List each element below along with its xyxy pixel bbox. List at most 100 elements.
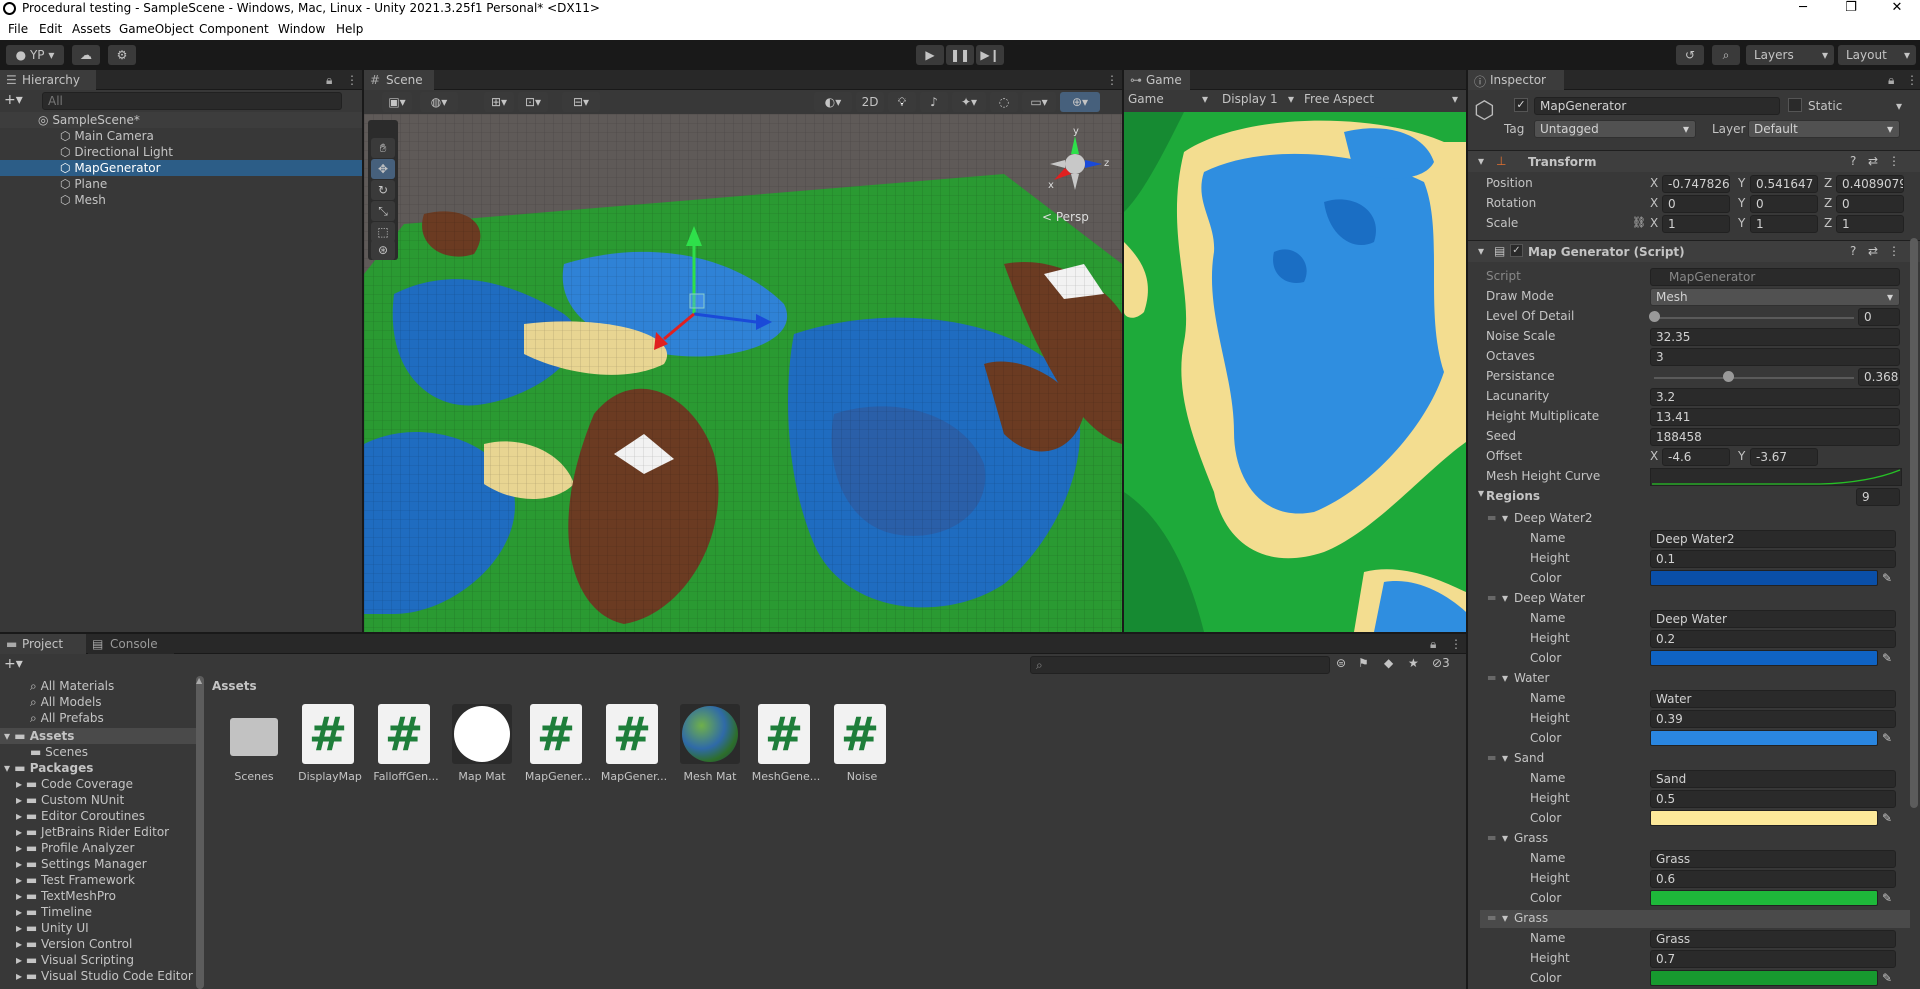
kebab-menu-icon[interactable]: ⋮ bbox=[1888, 244, 1900, 258]
kebab-menu-icon[interactable]: ⋮ bbox=[1906, 73, 1918, 87]
region-height-field[interactable]: 0.2 bbox=[1650, 630, 1896, 648]
layer-dropdown[interactable]: Default ▾ bbox=[1748, 120, 1900, 138]
gizmos-icon[interactable]: ⊕▾ bbox=[1060, 92, 1100, 112]
scale-z-field[interactable]: 1 bbox=[1836, 215, 1904, 233]
tree-item-package[interactable]: ▸ ▬ Custom NUnit bbox=[0, 792, 196, 808]
collab-icon[interactable]: ⚙ bbox=[108, 45, 136, 65]
lock-icon[interactable]: 🔒︎ bbox=[1430, 637, 1436, 652]
eyedropper-icon[interactable]: ✎ bbox=[1882, 808, 1892, 828]
hierarchy-item-mapgenerator[interactable]: ⬡ MapGenerator bbox=[0, 160, 362, 176]
rotation-y-field[interactable]: 0 bbox=[1750, 195, 1818, 213]
kebab-menu-icon[interactable]: ⋮ bbox=[1106, 73, 1118, 87]
rotation-x-field[interactable]: 0 bbox=[1662, 195, 1730, 213]
asset-item[interactable]: # MeshGene... bbox=[748, 704, 824, 794]
preset-icon[interactable]: ⇄ bbox=[1868, 154, 1878, 168]
position-x-field[interactable]: -0.747826 bbox=[1662, 175, 1730, 193]
region-name-field[interactable]: Grass bbox=[1650, 930, 1896, 948]
link-icon[interactable]: ⛓ bbox=[1632, 216, 1646, 229]
region-header[interactable]: Grass bbox=[1514, 908, 1548, 928]
eyedropper-icon[interactable]: ✎ bbox=[1882, 648, 1892, 668]
lod-slider-track[interactable] bbox=[1654, 317, 1854, 319]
hierarchy-item-directional-light[interactable]: ⬡ Directional Light bbox=[60, 144, 173, 160]
menu-gameobject[interactable]: GameObject bbox=[119, 22, 194, 36]
tree-item-package[interactable]: ▸ ▬ Unity UI bbox=[0, 920, 196, 936]
asset-item[interactable]: Scenes bbox=[216, 704, 292, 794]
region-height-field[interactable]: 0.1 bbox=[1650, 550, 1896, 568]
cloud-icon[interactable]: ☁ bbox=[72, 45, 100, 65]
foldout-arrow-icon[interactable]: ▾ bbox=[1502, 668, 1508, 688]
eyedropper-icon[interactable]: ✎ bbox=[1882, 968, 1892, 988]
drag-handle-icon[interactable]: ═ bbox=[1488, 828, 1495, 848]
octaves-field[interactable]: 3 bbox=[1650, 348, 1900, 366]
tree-item-package[interactable]: ▸ ▬ Settings Manager bbox=[0, 856, 196, 872]
region-height-field[interactable]: 0.5 bbox=[1650, 790, 1896, 808]
menu-edit[interactable]: Edit bbox=[39, 22, 62, 36]
favorite-item[interactable]: ⌕ All Models bbox=[0, 694, 196, 710]
region-header[interactable]: Sand bbox=[1514, 748, 1544, 768]
foldout-arrow-icon[interactable]: ▾ bbox=[1502, 508, 1508, 528]
position-z-field[interactable]: 0.4089079 bbox=[1836, 175, 1904, 193]
game-view-dropdown[interactable]: Game ▾ bbox=[1128, 92, 1212, 106]
region-name-field[interactable]: Deep Water2 bbox=[1650, 530, 1896, 548]
preset-icon[interactable]: ⇄ bbox=[1868, 244, 1878, 258]
noise-scale-field[interactable]: 32.35 bbox=[1650, 328, 1900, 346]
asset-item[interactable]: # MapGener... bbox=[596, 704, 672, 794]
scale-tool-icon[interactable]: ⤡ bbox=[371, 201, 395, 221]
eyedropper-icon[interactable]: ✎ bbox=[1882, 888, 1892, 908]
lock-icon[interactable]: 🔒︎ bbox=[1888, 73, 1894, 88]
help-icon[interactable]: ? bbox=[1850, 154, 1856, 168]
script-field[interactable]: MapGenerator bbox=[1650, 268, 1900, 286]
play-button[interactable]: ▶ bbox=[916, 45, 944, 65]
tree-item-package[interactable]: ▸ ▬ Visual Studio Code Editor bbox=[0, 968, 196, 984]
regions-label[interactable]: Regions bbox=[1486, 486, 1540, 506]
region-name-field[interactable]: Grass bbox=[1650, 850, 1896, 868]
object-name-field[interactable]: MapGenerator bbox=[1534, 97, 1780, 115]
tree-item-package[interactable]: ▸ ▬ Test Framework bbox=[0, 872, 196, 888]
account-dropdown[interactable]: ● YP ▾ bbox=[6, 45, 64, 65]
move-tool-icon[interactable]: ✥ bbox=[371, 159, 395, 179]
scene-row[interactable]: ◎ SampleScene* bbox=[0, 112, 362, 128]
tree-item-packages[interactable]: ▾ ▬ Packages bbox=[0, 760, 196, 776]
orientation-gizmo[interactable]: y x z bbox=[1040, 126, 1110, 206]
lod-field[interactable]: 0 bbox=[1858, 308, 1900, 326]
gizmo-globe-icon[interactable]: ◍▾ bbox=[420, 92, 458, 112]
chevron-down-icon[interactable]: ▾ bbox=[1896, 99, 1902, 113]
scene-viewport[interactable] bbox=[364, 114, 1122, 632]
tree-item-package[interactable]: ▸ ▬ Timeline bbox=[0, 904, 196, 920]
foldout-arrow-icon[interactable]: ▾ bbox=[1478, 154, 1484, 168]
tree-item-package[interactable]: ▸ ▬ Visual Scripting bbox=[0, 952, 196, 968]
regions-count-field[interactable]: 9 bbox=[1856, 488, 1900, 506]
lock-icon[interactable]: 🔒︎ bbox=[326, 73, 332, 88]
step-button[interactable]: ▶❙ bbox=[976, 45, 1004, 65]
persistance-field[interactable]: 0.368 bbox=[1858, 368, 1900, 386]
tree-scrollbar[interactable] bbox=[196, 676, 204, 989]
region-color-swatch[interactable] bbox=[1650, 730, 1878, 746]
hierarchy-item-main-camera[interactable]: ⬡ Main Camera bbox=[60, 128, 154, 144]
add-button[interactable]: +▾ bbox=[4, 92, 23, 108]
drag-handle-icon[interactable]: ═ bbox=[1488, 668, 1495, 688]
menu-file[interactable]: File bbox=[8, 22, 28, 36]
favorite-item[interactable]: ⌕ All Materials bbox=[0, 678, 196, 694]
drag-handle-icon[interactable]: ═ bbox=[1488, 748, 1495, 768]
eyedropper-icon[interactable]: ✎ bbox=[1882, 568, 1892, 588]
persistance-slider-thumb[interactable] bbox=[1722, 371, 1734, 382]
project-search-input[interactable]: ⌕ bbox=[1030, 656, 1330, 674]
hidden-packages-icon[interactable]: ⊘3 bbox=[1432, 656, 1450, 670]
create-button[interactable]: +▾ bbox=[4, 656, 23, 672]
region-color-swatch[interactable] bbox=[1650, 650, 1878, 666]
foldout-arrow-icon[interactable]: ▾ bbox=[1478, 244, 1484, 258]
height-multiplicate-field[interactable]: 13.41 bbox=[1650, 408, 1900, 426]
hierarchy-item-mesh[interactable]: ⬡ Mesh bbox=[60, 192, 106, 208]
menu-window[interactable]: Window bbox=[278, 22, 325, 36]
drag-handle-icon[interactable]: ═ bbox=[1488, 508, 1495, 528]
inspector-scrollbar[interactable] bbox=[1910, 238, 1918, 808]
scroll-up-icon[interactable]: ▲ bbox=[196, 676, 202, 685]
tag-filter-icon[interactable]: ◆ bbox=[1384, 656, 1393, 670]
scale-y-field[interactable]: 1 bbox=[1750, 215, 1818, 233]
tree-item-package[interactable]: ▸ ▬ Version Control bbox=[0, 936, 196, 952]
foldout-arrow-icon[interactable]: ▾ bbox=[1502, 828, 1508, 848]
draw-mode-dropdown[interactable]: Mesh ▾ bbox=[1650, 288, 1900, 306]
search-by-type-icon[interactable]: ⊜ bbox=[1336, 656, 1346, 670]
foldout-arrow-icon[interactable]: ▾ bbox=[1502, 908, 1508, 928]
region-name-field[interactable]: Sand bbox=[1650, 770, 1896, 788]
